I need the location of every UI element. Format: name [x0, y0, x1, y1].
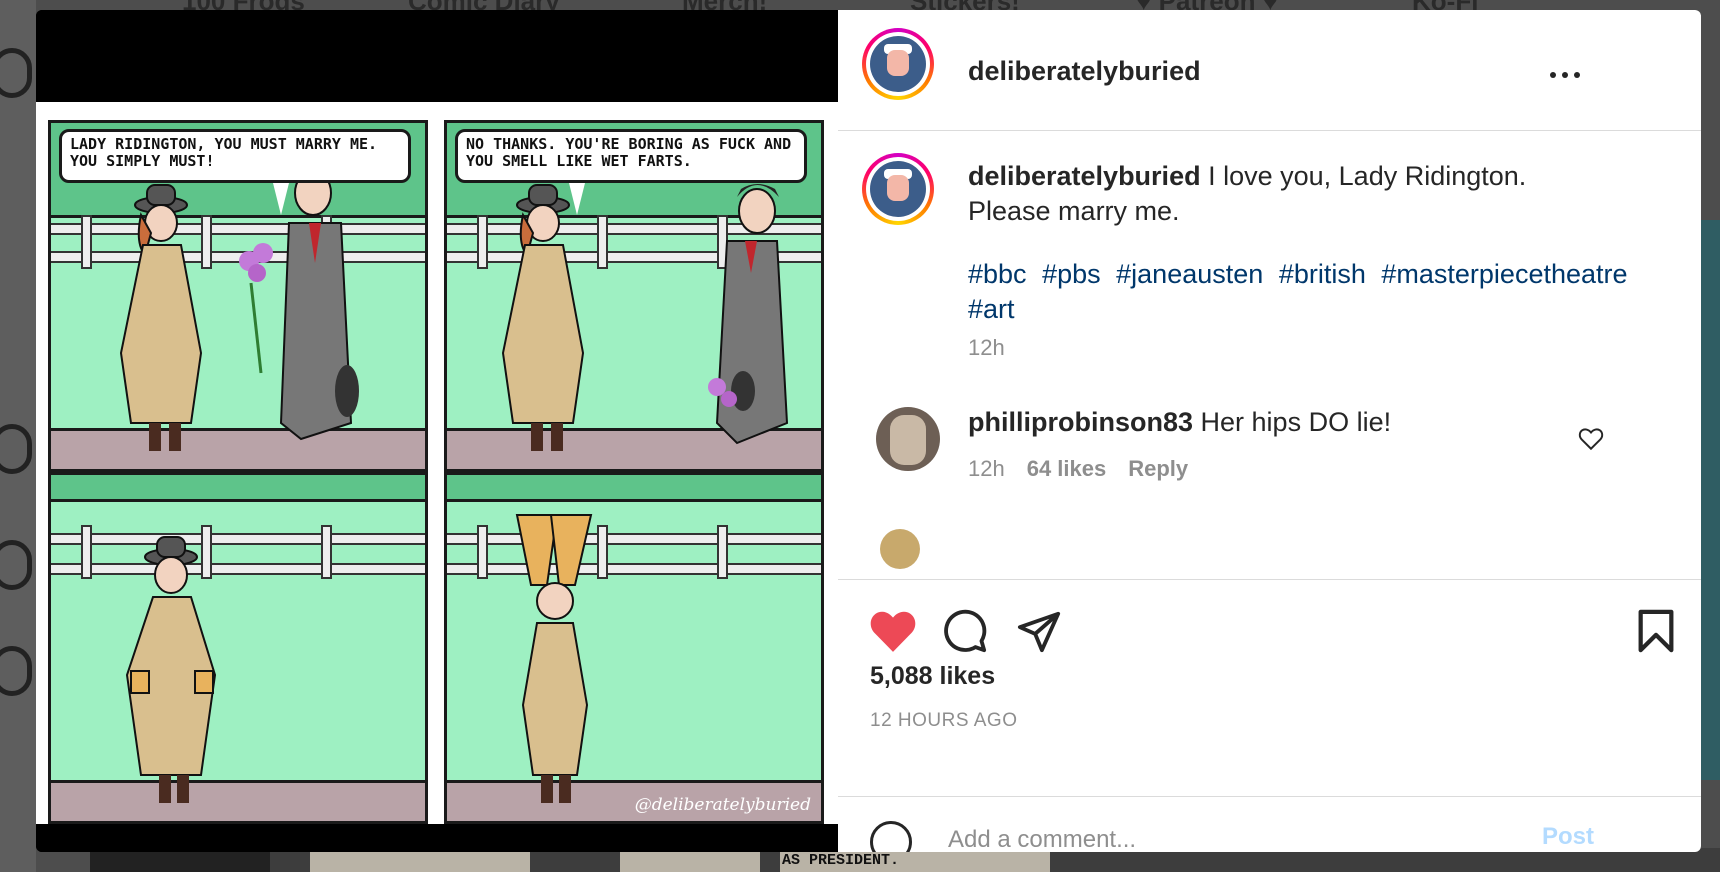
like-heart-icon[interactable] — [868, 608, 918, 654]
comment-input[interactable] — [946, 819, 1510, 852]
comic-panel-3 — [48, 472, 428, 824]
hashtag-link[interactable]: #art — [968, 294, 1015, 324]
comic-panel-1: Lady Ridington, you must marry me. You s… — [48, 120, 428, 472]
hashtag-link[interactable]: #bbc — [968, 259, 1027, 289]
author-avatar[interactable] — [862, 28, 934, 100]
emoji-icon[interactable] — [870, 821, 912, 852]
post-actions: 5,088 likes 12 HOURS AGO — [838, 579, 1701, 820]
comment-username[interactable]: philliprobinson83 — [968, 407, 1193, 437]
post-header: deliberatelyburied — [838, 10, 1701, 131]
save-bookmark-icon[interactable] — [1636, 608, 1676, 654]
comments-section[interactable]: deliberatelyburied I love you, Lady Ridi… — [838, 131, 1701, 579]
comment-row: philliprobinson83 Her hips DO lie! — [968, 407, 1391, 438]
share-icon[interactable] — [1016, 608, 1062, 654]
comic-watermark: @deliberatelyburied — [634, 795, 811, 815]
post-caption: deliberatelyburied I love you, Lady Ridi… — [968, 159, 1668, 229]
hashtag-link[interactable]: #british — [1279, 259, 1366, 289]
commenter-avatar[interactable] — [876, 407, 940, 471]
more-options-icon[interactable] — [1550, 72, 1590, 84]
caption-author-avatar[interactable] — [862, 153, 934, 225]
speech-bubble-2: No thanks. You're boring as fuck and you… — [455, 129, 807, 183]
comment-icon[interactable] — [942, 608, 988, 654]
author-username[interactable]: deliberatelyburied — [968, 56, 1201, 87]
hashtag-link[interactable]: #pbs — [1042, 259, 1101, 289]
comment-like-heart-icon[interactable] — [1578, 427, 1604, 451]
caption-time[interactable]: 12h — [968, 335, 1005, 361]
comic-image: Lady Ridington, you must marry me. You s… — [36, 102, 838, 824]
post-sidebar: deliberatelyburied deliberatelyburied I … — [838, 10, 1701, 852]
comment-text: Her hips DO lie! — [1200, 407, 1392, 437]
background-left-strip — [0, 0, 36, 872]
background-right-strip — [1700, 220, 1720, 780]
add-comment-bar: Post — [838, 796, 1701, 852]
comic-panel-4: @deliberatelyburied — [444, 472, 824, 824]
caption-line-2: Please marry me. — [968, 196, 1180, 226]
caption-hashtags: #bbc #pbs #janeausten #british #masterpi… — [968, 257, 1668, 327]
caption-line-1: I love you, Lady Ridington. — [1208, 161, 1527, 191]
hashtag-link[interactable]: #janeausten — [1116, 259, 1263, 289]
posted-time[interactable]: 12 HOURS AGO — [870, 710, 1018, 732]
comment-meta: 12h 64 likes Reply — [968, 456, 1188, 482]
next-comment-avatar[interactable] — [880, 529, 920, 569]
bg-bottom-caption: AS PRESIDENT. — [782, 852, 900, 869]
comment-time[interactable]: 12h — [968, 456, 1005, 482]
comment-reply-button[interactable]: Reply — [1128, 456, 1188, 482]
caption-username[interactable]: deliberatelyburied — [968, 161, 1201, 191]
panel-4-character — [515, 514, 593, 803]
speech-bubble-1: Lady Ridington, you must marry me. You s… — [59, 129, 411, 183]
panel-3-character — [125, 536, 217, 803]
post-comment-button[interactable]: Post — [1542, 823, 1594, 851]
likes-count[interactable]: 5,088 likes — [870, 662, 995, 691]
post-modal: Lady Ridington, you must marry me. You s… — [36, 10, 1701, 852]
comic-panel-2: No thanks. You're boring as fuck and you… — [444, 120, 824, 472]
comment-likes[interactable]: 64 likes — [1027, 456, 1107, 482]
post-media[interactable]: Lady Ridington, you must marry me. You s… — [36, 10, 838, 852]
hashtag-link[interactable]: #masterpiecetheatre — [1381, 259, 1627, 289]
